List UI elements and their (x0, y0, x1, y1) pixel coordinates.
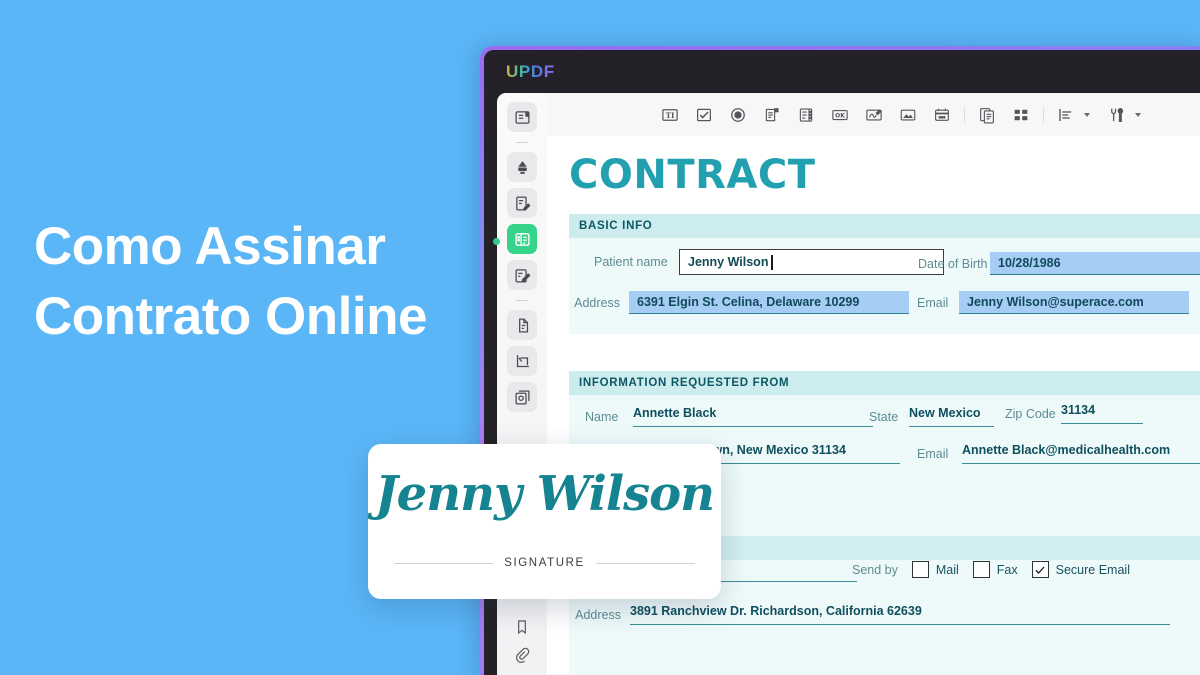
dob-row: Date of Birth 10/28/1986 (918, 252, 1200, 275)
list-box-icon[interactable] (755, 101, 789, 129)
dob-label: Date of Birth (918, 256, 988, 271)
send-by-option-mail[interactable]: Mail (911, 561, 959, 578)
signature-text: Jenny Wilson (374, 466, 715, 522)
address-input[interactable]: 6391 Elgin St. Celina, Delaware 10299 (629, 291, 909, 314)
rail-divider-1 (516, 142, 528, 143)
requested-email-label: Email (917, 446, 949, 461)
align-dropdown[interactable] (1049, 101, 1090, 129)
section-header-basic-info: BASIC INFO (569, 214, 1200, 238)
promo-headline: Como Assinar Contrato Online (34, 212, 504, 352)
state-input[interactable]: New Mexico (909, 406, 994, 427)
rail-item-prepare-form[interactable] (507, 224, 537, 254)
email-label: Email (917, 295, 949, 310)
address-label: Address (574, 295, 620, 310)
dropdown-field-icon[interactable] (789, 101, 823, 129)
rail-item-attachments[interactable] (507, 641, 537, 669)
secure-email-checkbox[interactable] (1031, 561, 1049, 578)
svg-text:OK: OK (835, 112, 845, 119)
rule-left (394, 562, 494, 564)
push-button-icon[interactable]: OK (823, 101, 857, 129)
signature-field-icon[interactable] (857, 101, 891, 129)
rail-item-comment[interactable] (507, 152, 537, 182)
image-field-icon[interactable] (891, 101, 925, 129)
promo-line-2: Contrato Online (34, 287, 427, 346)
rail-item-organize-pages[interactable] (507, 310, 537, 340)
check-box-icon[interactable] (687, 101, 721, 129)
rail-item-reader[interactable] (507, 102, 537, 132)
radio-button-icon[interactable] (721, 101, 755, 129)
title-bar: UPDF (484, 50, 1200, 93)
dob-input[interactable]: 10/28/1986 (990, 252, 1200, 275)
rail-item-bookmarks[interactable] (507, 613, 537, 641)
send-by-row: Send by Mail Fax Secure Email (852, 561, 1130, 578)
rail-item-sign[interactable] (507, 260, 537, 290)
patient-name-label: Patient name (594, 255, 668, 269)
chevron-down-icon (1135, 112, 1141, 117)
chevron-down-icon (1084, 112, 1090, 117)
rule-right (595, 562, 696, 564)
mail-checkbox[interactable] (911, 561, 929, 578)
email-row-basic: Email Jenny Wilson@superace.com (917, 291, 1189, 314)
form-toolbar: TI OK (547, 93, 1200, 136)
patient-name-value: Jenny Wilson (688, 255, 769, 269)
rail-item-ocr[interactable] (507, 382, 537, 412)
toolbar-divider-2 (1043, 106, 1044, 123)
patient-name-input[interactable]: Jenny Wilson (679, 249, 944, 275)
text-field-icon[interactable]: TI (653, 101, 687, 129)
secure-email-label: Secure Email (1055, 562, 1130, 577)
zip-code-label: Zip Code (1005, 406, 1056, 421)
tools-icon[interactable] (1100, 101, 1134, 129)
screenshot-root: Como Assinar Contrato Online UPDF TI OK … (0, 0, 1200, 675)
address-row-send: Address 3891 Ranchview Dr. Richardson, C… (572, 604, 1170, 625)
requested-email-row: Email Annette Black@medicalhealth.com (917, 443, 1200, 464)
rail-item-edit-pdf[interactable] (507, 188, 537, 218)
requested-state-row: State New Mexico (869, 406, 994, 427)
requested-name-label: Name (585, 409, 619, 424)
requested-email-input[interactable]: Annette Black@medicalhealth.com (962, 443, 1200, 464)
zip-code-input[interactable]: 31134 (1061, 403, 1143, 424)
rail-item-crop[interactable] (507, 346, 537, 376)
rail-bottom-group (507, 613, 537, 675)
send-by-option-secure-email[interactable]: Secure Email (1031, 561, 1130, 578)
signature-caption-rule: SIGNATURE (394, 557, 696, 569)
section-header-information-requested: INFORMATION REQUESTED FROM (569, 371, 1200, 395)
text-caret-icon (771, 254, 773, 270)
align-icon[interactable] (1049, 101, 1083, 129)
send-by-label: Send by (852, 562, 898, 577)
requested-name-row: Name Annette Black (585, 406, 873, 427)
check-icon (1035, 566, 1045, 574)
mail-label: Mail (935, 562, 959, 577)
send-by-option-fax[interactable]: Fax (972, 561, 1018, 578)
tools-dropdown[interactable] (1100, 101, 1141, 129)
contract-title: CONTRACT (569, 152, 816, 198)
svg-text:TI: TI (666, 111, 675, 120)
signature-caption: SIGNATURE (504, 557, 585, 569)
send-address-label: Address (575, 607, 621, 622)
camera-dot-icon (493, 238, 500, 245)
send-address-input[interactable]: 3891 Ranchview Dr. Richardson, Californi… (630, 604, 1170, 625)
updf-logo: UPDF (506, 62, 555, 81)
promo-line-1: Como Assinar (34, 217, 386, 276)
state-label: State (869, 409, 899, 424)
toolbar-divider-1 (964, 106, 965, 123)
fax-label: Fax (996, 562, 1018, 577)
fax-checkbox[interactable] (972, 561, 990, 578)
duplicate-icon[interactable] (970, 101, 1004, 129)
requested-name-input[interactable]: Annette Black (633, 406, 873, 427)
address-row-basic: Address 6391 Elgin St. Celina, Delaware … (572, 291, 909, 314)
patient-name-row: Patient name Jenny Wilson (594, 249, 944, 275)
rail-divider-2 (516, 300, 528, 301)
signature-card[interactable]: Jenny Wilson SIGNATURE (368, 444, 721, 599)
tab-order-icon[interactable] (1004, 101, 1038, 129)
requested-zip-row: Zip Code 31134 (1005, 403, 1143, 424)
date-field-icon[interactable] (925, 101, 959, 129)
email-input[interactable]: Jenny Wilson@superace.com (959, 291, 1189, 314)
